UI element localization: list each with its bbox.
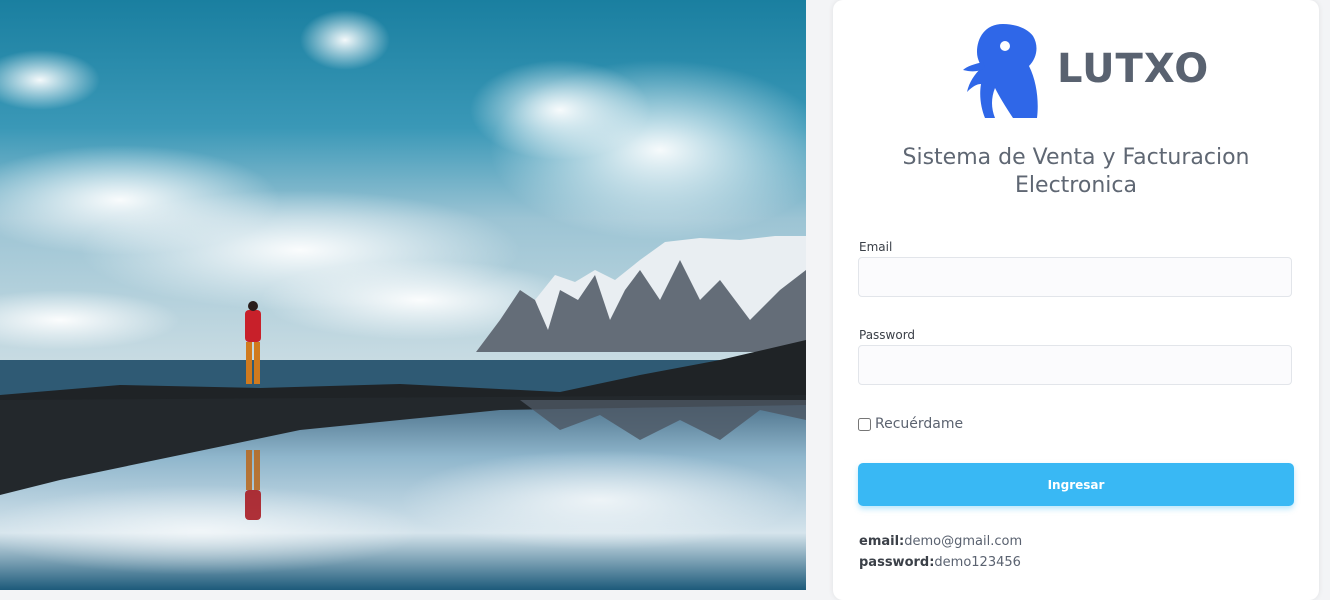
- email-label: Email: [859, 240, 893, 254]
- demo-email-value: demo@gmail.com: [904, 534, 1023, 549]
- hero-landscape-image: [0, 0, 806, 590]
- subtitle-line-1: Sistema de Venta y Facturacion: [902, 145, 1250, 170]
- demo-password-line: password:demo123456: [859, 555, 1021, 570]
- demo-email-line: email:demo@gmail.com: [859, 534, 1022, 549]
- demo-email-key: email:: [859, 534, 905, 549]
- penguin-logo-icon: [963, 24, 1038, 118]
- brand-name: LUTXO: [1057, 46, 1210, 92]
- remember-me[interactable]: Recuérdame: [858, 416, 963, 432]
- password-label: Password: [859, 328, 916, 342]
- subtitle-line-2: Electronica: [1015, 173, 1137, 198]
- demo-password-key: password:: [859, 555, 935, 570]
- remember-checkbox[interactable]: [858, 417, 871, 431]
- remember-label: Recuérdame: [875, 416, 964, 432]
- email-field[interactable]: [858, 257, 1292, 297]
- brand: LUTXO: [963, 22, 1223, 122]
- password-field[interactable]: [858, 345, 1292, 385]
- login-card: LUTXO Sistema de Venta y Facturacion Ele…: [833, 0, 1319, 600]
- login-button[interactable]: Ingresar: [858, 463, 1294, 506]
- demo-password-value: demo123456: [934, 555, 1021, 570]
- app-subtitle: Sistema de Venta y Facturacion Electroni…: [873, 144, 1279, 200]
